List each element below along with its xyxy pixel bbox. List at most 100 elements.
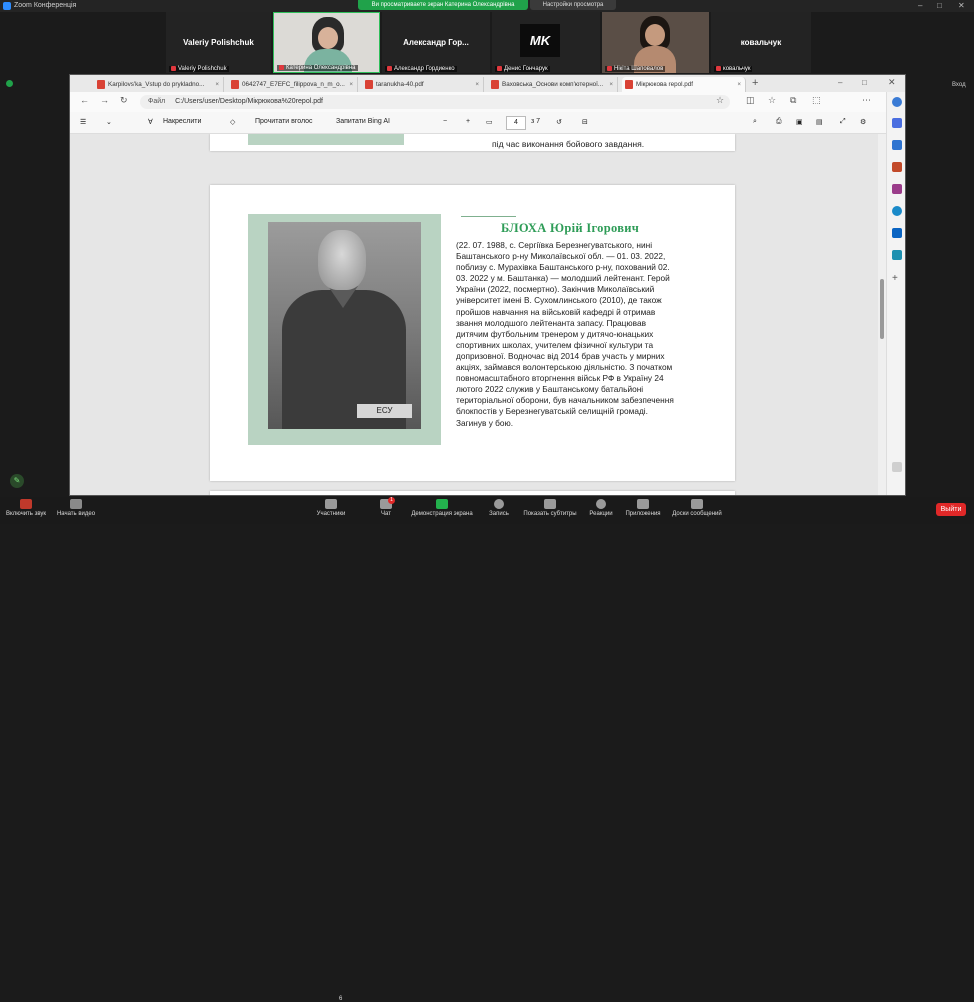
scrollbar-thumb[interactable] bbox=[880, 279, 884, 339]
extensions-icon[interactable]: ⬚ bbox=[812, 95, 821, 106]
apps-label: Приложения bbox=[625, 511, 661, 517]
ask-bing-button[interactable]: Запитати Bing AI bbox=[336, 118, 390, 125]
back-icon[interactable]: ← bbox=[80, 95, 89, 105]
annotate-pencil-icon[interactable]: ✎ bbox=[10, 474, 24, 488]
collections-icon[interactable]: ⧉ bbox=[790, 95, 796, 106]
print-icon[interactable]: ⎙ bbox=[776, 118, 782, 126]
participant-display-name: Александр Гор... bbox=[403, 38, 469, 47]
tab-label: Karpilovs'ka_Vstup do prykladno... bbox=[108, 81, 205, 88]
unmute-label: Включить звук bbox=[6, 511, 47, 517]
tab-label: 0642747_E7EFC_filippova_n_m_o... bbox=[242, 81, 345, 88]
participant-label: ковальчук bbox=[714, 65, 753, 72]
rotate-icon[interactable]: ↺ bbox=[556, 118, 562, 126]
search-sidebar-icon[interactable] bbox=[892, 118, 902, 128]
participant-video-face bbox=[318, 27, 338, 49]
games-icon[interactable] bbox=[892, 184, 902, 194]
pdf-icon bbox=[491, 80, 499, 89]
eraser-icon[interactable]: ◇ bbox=[230, 118, 235, 126]
shared-browser-window[interactable]: Karpilovs'ka_Vstup do prykladno... × 064… bbox=[69, 74, 906, 496]
pdf-icon bbox=[625, 80, 633, 89]
draw-button[interactable]: Накреслити bbox=[163, 118, 201, 125]
captions-cc-icon bbox=[544, 499, 556, 509]
close-window-button[interactable]: ✕ bbox=[958, 1, 965, 10]
participant-label: Нікіта Шаповалов bbox=[605, 65, 666, 72]
whiteboard-icon bbox=[691, 499, 703, 509]
fullscreen-icon[interactable]: ⤢ bbox=[840, 118, 846, 126]
apps-button[interactable]: Приложения bbox=[624, 499, 662, 517]
reactions-button[interactable]: Реакции bbox=[588, 499, 614, 517]
draw-icon[interactable]: ∀ bbox=[148, 118, 153, 126]
settings-gear-icon[interactable]: ⚙ bbox=[860, 118, 866, 126]
close-tab-icon[interactable]: × bbox=[737, 77, 741, 92]
close-tab-icon[interactable]: × bbox=[349, 77, 353, 92]
maximize-button[interactable]: □ bbox=[937, 1, 942, 10]
bing-chat-icon[interactable] bbox=[892, 97, 902, 107]
browser-tab[interactable]: 0642747_E7EFC_filippova_n_m_o... × bbox=[228, 77, 358, 92]
mic-muted-icon bbox=[497, 65, 502, 71]
zoom-in-button[interactable]: + bbox=[466, 118, 470, 125]
app-title: Zoom Конференція bbox=[14, 2, 77, 9]
browser-tab[interactable]: Ваховська_Основи комп'ютерної... × bbox=[488, 77, 618, 92]
sidebar-settings-icon[interactable] bbox=[892, 462, 902, 472]
close-tab-icon[interactable]: × bbox=[215, 77, 219, 92]
captions-button[interactable]: Показать субтитры bbox=[522, 499, 578, 517]
add-sidebar-app-icon[interactable]: + bbox=[892, 274, 902, 284]
participant-tile[interactable]: ковальчук ковальчук bbox=[711, 12, 811, 73]
participant-tile-active-speaker[interactable]: Катерина Олександрівна bbox=[273, 12, 380, 73]
read-aloud-button[interactable]: Прочитати вголос bbox=[255, 118, 313, 125]
page-view-icon[interactable]: ⊟ bbox=[582, 118, 588, 126]
chat-button[interactable]: Чат bbox=[372, 499, 400, 517]
zoom-meeting-toolbar: Включить звук Начать видео Участники 6 Ч… bbox=[0, 497, 974, 1002]
previous-photo-frame bbox=[248, 134, 404, 145]
bio-line: лютого 2022 служив у Баштанському баталь… bbox=[456, 384, 644, 395]
start-video-button[interactable]: Начать видео bbox=[54, 499, 98, 517]
page-number-input[interactable]: 4 bbox=[506, 116, 526, 130]
browser-tab[interactable]: Karpilovs'ka_Vstup do prykladno... × bbox=[94, 77, 224, 92]
participant-tile[interactable]: MK Денис Гончарук bbox=[492, 12, 600, 73]
zoom-out-button[interactable]: − bbox=[443, 118, 447, 125]
browser-tab[interactable]: taranukha-40.pdf × bbox=[362, 77, 484, 92]
search-icon[interactable]: ⌕ bbox=[753, 118, 757, 126]
vertical-scrollbar[interactable] bbox=[878, 134, 886, 495]
url-input[interactable]: Файл C:/Users/user/Desktop/Мікрюкова%20r… bbox=[140, 95, 730, 109]
tag-icon[interactable] bbox=[892, 140, 902, 150]
participant-tile[interactable]: Valeriy Polishchuk Valeriy Polishchuk bbox=[166, 12, 271, 73]
toolbox-icon[interactable] bbox=[892, 162, 902, 172]
window-minimize-button[interactable]: – bbox=[838, 78, 842, 87]
participant-tile[interactable]: Нікіта Шаповалов bbox=[602, 12, 709, 73]
pdf-viewer[interactable]: під час виконання бойового завдання. ЕСУ… bbox=[70, 134, 878, 495]
favorites-icon[interactable]: ☆ bbox=[768, 95, 776, 106]
leave-meeting-button[interactable]: Выйти bbox=[936, 503, 966, 516]
whiteboards-button[interactable]: Доски сообщений bbox=[670, 499, 724, 517]
new-tab-button[interactable]: + bbox=[752, 77, 758, 89]
record-button[interactable]: Запись bbox=[486, 499, 512, 517]
window-maximize-button[interactable]: □ bbox=[862, 78, 867, 87]
outlook-icon[interactable] bbox=[892, 228, 902, 238]
refresh-icon[interactable]: ↻ bbox=[120, 95, 128, 106]
portrait-photo: ЕСУ bbox=[268, 222, 421, 429]
browser-tab-active[interactable]: Мікрюкова repol.pdf × bbox=[622, 77, 746, 92]
save-icon[interactable]: ▣ bbox=[796, 118, 803, 126]
save-as-icon[interactable]: ▤ bbox=[816, 118, 823, 126]
unmute-button[interactable]: Включить звук bbox=[6, 499, 46, 517]
close-tab-icon[interactable]: × bbox=[609, 77, 613, 92]
minimize-button[interactable]: – bbox=[918, 1, 922, 10]
participants-button[interactable]: Участники bbox=[312, 499, 350, 517]
split-screen-icon[interactable]: ◫ bbox=[746, 95, 755, 106]
close-tab-icon[interactable]: × bbox=[475, 77, 479, 92]
fit-page-icon[interactable]: ▭ bbox=[486, 118, 493, 126]
menu-more-icon[interactable]: ⋯ bbox=[862, 95, 871, 106]
forward-icon[interactable]: → bbox=[100, 95, 109, 105]
office-icon[interactable] bbox=[892, 206, 902, 216]
window-close-button[interactable]: ✕ bbox=[888, 77, 896, 88]
share-screen-button[interactable]: Демонстрация экрана bbox=[410, 499, 474, 517]
view-settings-button[interactable]: Настройки просмотра bbox=[530, 0, 616, 10]
contents-icon[interactable]: ☰ bbox=[80, 118, 86, 126]
highlight-icon[interactable]: ⌄ bbox=[106, 118, 112, 126]
apps-icon bbox=[637, 499, 649, 509]
share-screen-label: Демонстрация экрана bbox=[411, 511, 473, 517]
favorite-star-icon[interactable]: ☆ bbox=[716, 95, 724, 106]
participant-tile[interactable]: Александр Гор... Александр Гордиенко bbox=[382, 12, 490, 73]
shopping-icon[interactable] bbox=[892, 250, 902, 260]
pdf-page-previous: під час виконання бойового завдання. bbox=[210, 134, 735, 151]
